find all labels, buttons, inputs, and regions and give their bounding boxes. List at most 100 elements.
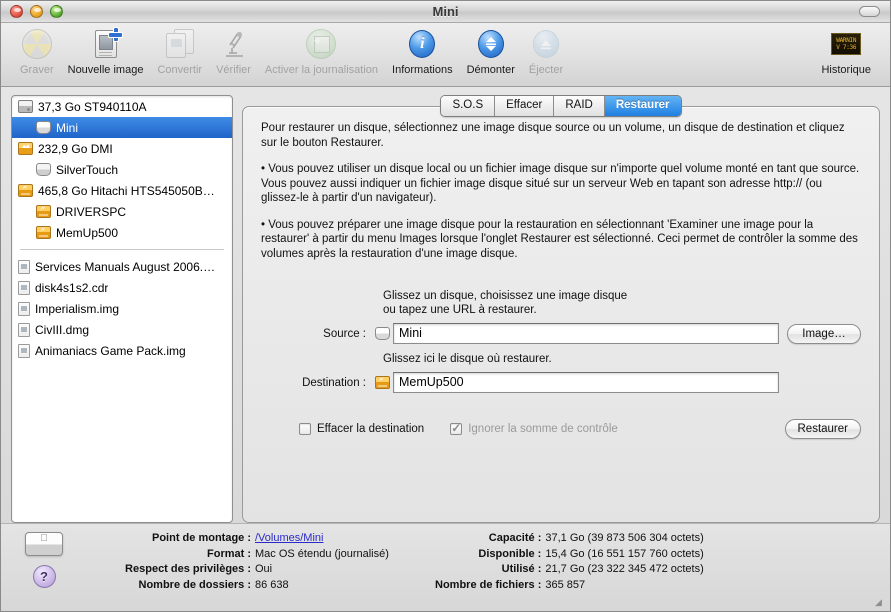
list-item[interactable]: Imperialism.img <box>12 298 232 319</box>
mount-point-link[interactable]: /Volumes/Mini <box>255 532 435 545</box>
volume-info: Point de montage : /Volumes/Mini Format … <box>75 532 878 611</box>
info-value: Oui <box>255 563 273 575</box>
restore-instructions: Pour restaurer un disque, sélectionnez u… <box>261 121 861 261</box>
eject-icon <box>533 27 559 61</box>
list-item-label: CivIII.dmg <box>35 322 90 337</box>
info-row: Respect des privilèges : Oui <box>75 563 435 576</box>
toolbar-item-ejecter[interactable]: Éjecter <box>522 27 570 76</box>
checkbox-box[interactable] <box>450 421 463 435</box>
ignore-checksum-label: Ignorer la somme de contrôle <box>468 423 618 435</box>
info-row: Format : Mac OS étendu (journalisé) <box>75 548 435 561</box>
volume-icon <box>36 121 51 134</box>
mac-mini-icon <box>25 532 63 556</box>
list-item[interactable]: DRIVERSPC <box>12 201 232 222</box>
restore-bullet-2: • Vous pouvez préparer une image disque … <box>261 218 858 260</box>
info-value: Mac OS étendu (journalisé) <box>255 547 389 560</box>
list-item-label: 465,8 Go Hitachi HTS545050B… <box>38 183 215 198</box>
tab-restaurer[interactable]: Restaurer <box>604 96 681 116</box>
volume-info-left: Point de montage : /Volumes/Mini Format … <box>75 532 435 611</box>
info-value: 37,1 Go (39 873 506 304 octets) <box>545 532 704 544</box>
tab-effacer[interactable]: Effacer <box>495 96 555 116</box>
restore-actions: Effacer la destination Ignorer la somme … <box>261 419 861 439</box>
source-row: Source : Mini Image… <box>261 323 861 344</box>
help-button[interactable]: ? <box>32 565 56 588</box>
source-label: Source : <box>323 327 366 340</box>
list-item[interactable]: disk4s1s2.cdr <box>12 277 232 298</box>
source-hint-line2: ou tapez une URL à restaurer. <box>383 304 537 316</box>
restore-button[interactable]: Restaurer <box>784 419 861 439</box>
info-row: Nombre de fichiers : 365 857 <box>435 579 750 592</box>
info-value: 21,7 Go (23 322 345 472 octets) <box>545 563 704 575</box>
image-button[interactable]: Image… <box>787 323 861 344</box>
destination-input[interactable]: MemUp500 <box>393 372 779 393</box>
toolbar-item-activer-journalisation[interactable]: ✦ Activer la journalisation <box>258 27 385 76</box>
toolbar-item-nouvelle-image[interactable]: Nouvelle image <box>61 27 151 76</box>
list-item[interactable]: 465,8 Go Hitachi HTS545050B… <box>12 180 232 201</box>
list-item[interactable]: SilverTouch <box>12 159 232 180</box>
toolbar-label: Convertir <box>157 64 203 76</box>
volume-icon-grey <box>36 163 51 176</box>
disk-utility-window: Mini Graver Nouvelle image Convertir Vér… <box>0 0 891 612</box>
list-item[interactable]: Services Manuals August 2006.… <box>12 256 232 277</box>
internal-hdd-icon <box>18 100 33 113</box>
toolbar-item-demonter[interactable]: Démonter <box>460 27 522 76</box>
info-row: Point de montage : /Volumes/Mini <box>75 532 435 545</box>
destination-label: Destination : <box>302 376 366 389</box>
disk-image-icon <box>18 301 30 316</box>
info-key: Disponible : <box>478 547 542 560</box>
destination-row: Destination : MemUp500 <box>261 372 861 393</box>
checkbox-box[interactable] <box>299 423 311 435</box>
volume-icon <box>371 327 393 340</box>
disk-image-icon <box>18 343 30 358</box>
source-input[interactable]: Mini <box>393 323 779 344</box>
firewire-hdd-icon <box>18 142 33 155</box>
disk-image-icon <box>18 322 30 337</box>
list-item[interactable]: CivIII.dmg <box>12 319 232 340</box>
convert-icon <box>165 27 194 61</box>
sidebar-resize-handle[interactable]: ▲ <box>231 300 232 334</box>
list-item-label: SilverTouch <box>56 162 119 177</box>
disk-list-sidebar[interactable]: 37,3 Go ST940110A Mini 232,9 Go DMI Silv… <box>11 95 233 523</box>
toolbar-item-verifier[interactable]: Vérifier <box>209 27 258 76</box>
usb-volume-icon <box>371 375 393 389</box>
list-item[interactable]: 37,3 Go ST940110A <box>12 96 232 117</box>
info-key: Respect des privilèges : <box>125 563 251 575</box>
tab-raid[interactable]: RAID <box>554 96 605 116</box>
list-item[interactable]: Animaniacs Game Pack.img <box>12 340 232 361</box>
toolbar-item-informations[interactable]: i Informations <box>385 27 460 76</box>
info-row: Disponible : 15,4 Go (16 551 157 760 oct… <box>435 548 750 561</box>
toolbar-item-graver[interactable]: Graver <box>13 27 61 76</box>
list-item[interactable]: MemUp500 <box>12 222 232 243</box>
list-item-label: MemUp500 <box>56 225 119 240</box>
toolbar-item-convertir[interactable]: Convertir <box>150 27 209 76</box>
tab-bar: S.O.S Effacer RAID Restaurer <box>242 95 880 117</box>
ignore-checksum-checkbox[interactable]: Ignorer la somme de contrôle <box>450 421 618 435</box>
resize-grip[interactable]: ◢ <box>875 597 888 610</box>
verify-icon <box>219 27 249 61</box>
status-icons: ? <box>13 532 75 611</box>
restore-form: Glissez un disque, choisissez une image … <box>261 289 861 439</box>
restore-pane: S.O.S Effacer RAID Restaurer Pour restau… <box>242 95 880 523</box>
disk-image-icon <box>18 280 30 295</box>
tab-sos[interactable]: S.O.S <box>441 96 496 116</box>
info-value: 86 638 <box>255 578 289 591</box>
unmount-icon <box>477 27 504 61</box>
info-key: Nombre de dossiers : <box>138 578 251 591</box>
toolbar-item-historique[interactable]: WARNIN V 7:36 Historique <box>814 27 878 76</box>
info-icon: i <box>409 27 436 61</box>
list-item-selected[interactable]: Mini <box>12 117 232 138</box>
erase-destination-checkbox[interactable]: Effacer la destination <box>299 423 424 435</box>
burn-icon <box>21 27 52 61</box>
journaling-icon: ✦ <box>306 27 337 61</box>
toolbar-label: Vérifier <box>216 64 251 76</box>
list-item-label: Mini <box>56 120 79 135</box>
info-key: Format : <box>207 547 251 560</box>
info-row: Utilisé : 21,7 Go (23 322 345 472 octets… <box>435 563 750 576</box>
toolbar-label: Graver <box>20 64 54 76</box>
info-row: Nombre de dossiers : 86 638 <box>75 579 435 592</box>
list-item-label: disk4s1s2.cdr <box>35 280 109 295</box>
window-title: Mini <box>432 4 459 19</box>
list-item[interactable]: 232,9 Go DMI <box>12 138 232 159</box>
volume-info-right: Capacité : 37,1 Go (39 873 506 304 octet… <box>435 532 750 611</box>
restore-bullet-1: • Vous pouvez utiliser un disque local o… <box>261 163 860 204</box>
